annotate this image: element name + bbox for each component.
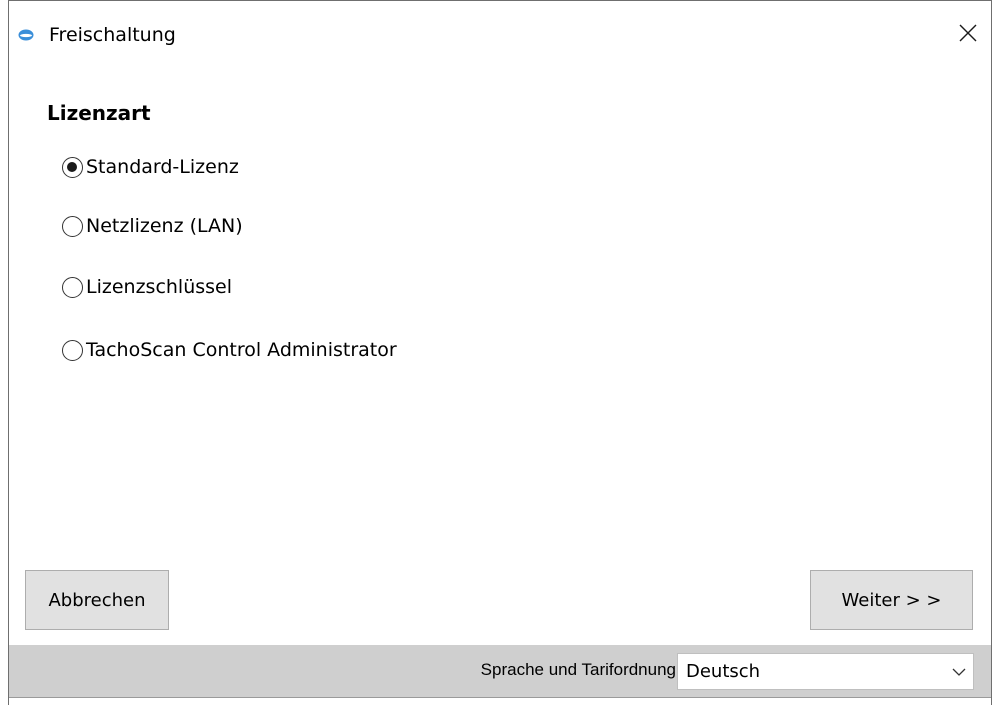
radio-label: TachoScan Control Administrator [86, 339, 397, 361]
radio-standard-license[interactable]: Standard-Lizenz [62, 155, 239, 179]
radio-label: Netzlizenz (LAN) [86, 215, 243, 237]
license-type-heading: Lizenzart [47, 101, 151, 125]
language-select-value: Deutsch [686, 661, 761, 682]
next-button[interactable]: Weiter > > [810, 570, 973, 630]
app-logo-icon [18, 29, 34, 41]
radio-label: Lizenzschlüssel [86, 276, 233, 298]
language-bar: Sprache und Tarifordnung Deutsch [9, 645, 991, 697]
radio-license-key[interactable]: Lizenzschlüssel [62, 275, 232, 299]
language-label: Sprache und Tarifordnung [480, 660, 676, 679]
radio-label: Standard-Lizenz [86, 156, 239, 178]
language-select[interactable]: Deutsch [677, 653, 974, 690]
window-bottom-edge [9, 697, 991, 705]
radio-button[interactable] [62, 215, 83, 237]
radio-button[interactable] [62, 339, 83, 361]
close-button[interactable] [945, 11, 991, 55]
radio-network-license[interactable]: Netzlizenz (LAN) [62, 214, 243, 238]
radio-tachoscan-admin[interactable]: TachoScan Control Administrator [62, 338, 397, 362]
chevron-down-icon [952, 668, 966, 676]
dialog-window: Freischaltung Lizenzart Standard-Lizenz … [8, 0, 992, 705]
close-icon [959, 24, 977, 42]
window-title: Freischaltung [49, 24, 176, 46]
cancel-button[interactable]: Abbrechen [25, 570, 169, 630]
radio-button-selected[interactable] [62, 156, 83, 178]
title-bar: Freischaltung [9, 0, 991, 68]
radio-button[interactable] [62, 276, 83, 298]
